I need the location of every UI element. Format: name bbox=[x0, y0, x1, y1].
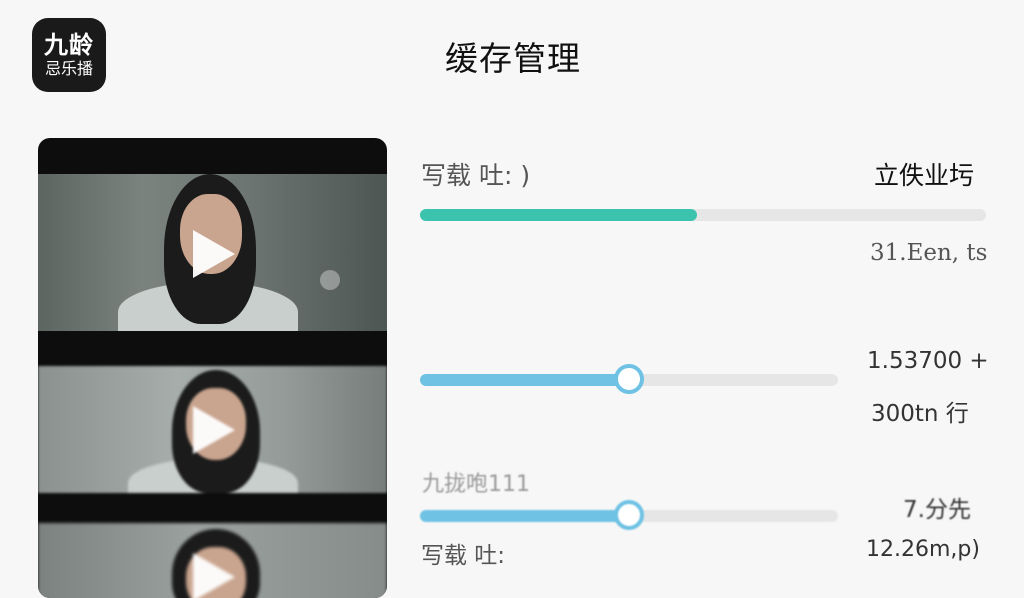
cache-action-button[interactable]: 立佚业圬 bbox=[874, 156, 974, 192]
cache-row-label: 写载 吐: ) bbox=[421, 161, 531, 190]
cache-progress-fill bbox=[420, 209, 697, 221]
video-thumbnail[interactable] bbox=[38, 366, 387, 493]
bokeh-light bbox=[320, 270, 340, 290]
cache-row-label: 写载 吐: bbox=[421, 543, 506, 569]
cache-slider-fill bbox=[420, 510, 629, 522]
video-thumbnail[interactable] bbox=[38, 523, 387, 598]
page-title: 缓存管理 bbox=[445, 39, 581, 78]
cache-count-value: 300tn 行 bbox=[871, 401, 969, 427]
app-logo[interactable]: 九龄 忌乐播 bbox=[32, 18, 106, 92]
cache-size-value: 1.53700 + bbox=[867, 348, 989, 374]
cache-progress-bar bbox=[420, 209, 986, 221]
app-logo-title: 九龄 bbox=[44, 30, 94, 59]
video-thumbnail[interactable] bbox=[38, 174, 387, 331]
play-icon[interactable] bbox=[193, 406, 235, 454]
slider-handle[interactable] bbox=[614, 364, 644, 394]
cache-slider-fill bbox=[420, 374, 629, 386]
slider-handle[interactable] bbox=[614, 500, 644, 530]
app-logo-subtitle: 忌乐播 bbox=[44, 58, 93, 78]
play-icon[interactable] bbox=[193, 230, 235, 278]
cache-size-value: 12.26m,p) bbox=[866, 537, 980, 562]
cache-size-value: 7.分先 bbox=[903, 497, 971, 523]
cache-size-value: 31.Een, ts bbox=[870, 240, 988, 266]
video-thumbnail-list bbox=[38, 138, 387, 598]
cache-row-label: 九拢咆111 bbox=[422, 472, 530, 497]
